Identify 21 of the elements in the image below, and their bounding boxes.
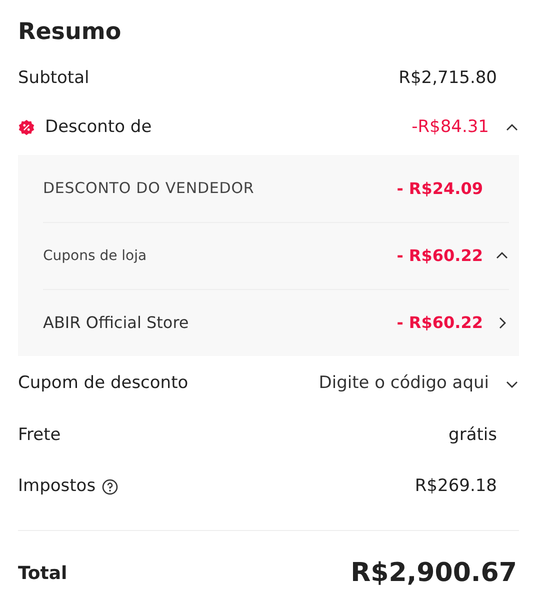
summary-title: Resumo (18, 18, 122, 47)
discount-badge-icon (18, 119, 35, 136)
shipping-label: Frete (18, 424, 61, 447)
taxes-label: Impostos (18, 474, 96, 498)
help-icon[interactable] (102, 478, 118, 494)
total-label: Total (18, 562, 68, 586)
total-amount: R$2,900.67 (350, 557, 517, 590)
subtotal-amount: R$2,715.80 (398, 67, 497, 90)
coupon-code-field[interactable]: Digite o código aqui (289, 371, 489, 397)
discount-item-label: ABIR Official Store (43, 312, 189, 334)
subtotal-label: Subtotal (18, 67, 90, 90)
discount-item-label: DESCONTO DO VENDEDOR (43, 178, 254, 200)
discount-item-amount: - R$24.09 (396, 178, 483, 200)
discount-item-amount: - R$60.22 (396, 312, 483, 334)
taxes-amount: R$269.18 (414, 474, 497, 498)
discount-item-label: Cupons de loja (43, 246, 147, 266)
discount-item-amount: - R$60.22 (396, 245, 483, 267)
discount-amount: -R$84.31 (412, 116, 489, 139)
coupon-label: Cupom de desconto (18, 372, 188, 396)
shipping-value: grátis (448, 424, 497, 447)
discount-label: Desconto de (45, 116, 152, 139)
